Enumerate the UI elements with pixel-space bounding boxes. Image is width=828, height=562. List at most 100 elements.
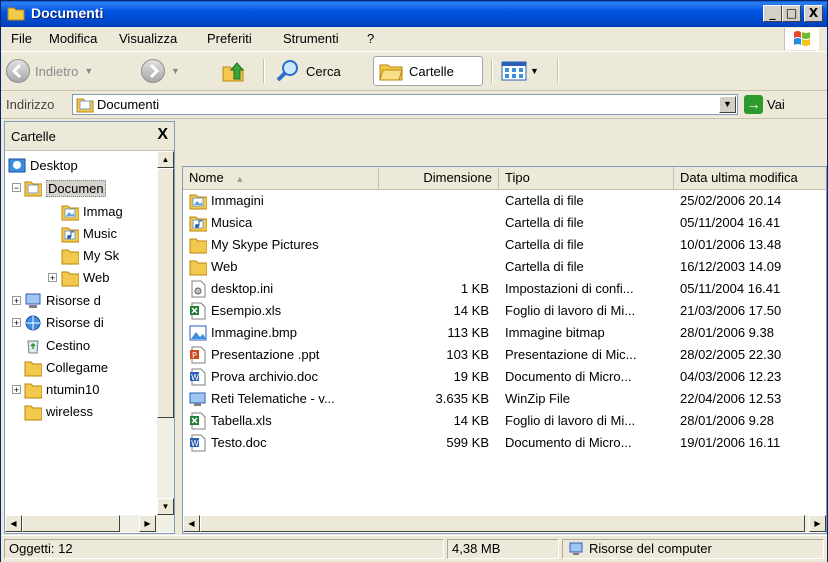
scroll-thumb[interactable] bbox=[22, 515, 120, 532]
file-date: 28/01/2006 9.38 bbox=[680, 325, 774, 340]
network-icon bbox=[25, 315, 41, 331]
file-size: 19 KB bbox=[453, 369, 489, 384]
menu-strumenti[interactable]: Strumenti bbox=[283, 31, 339, 46]
back-arrow-icon bbox=[6, 59, 30, 83]
documents-folder-icon bbox=[76, 98, 94, 113]
tree-expander[interactable]: + bbox=[12, 296, 21, 306]
file-name: desktop.ini bbox=[211, 281, 274, 296]
music-folder-icon bbox=[61, 227, 79, 243]
file-row[interactable]: Web Cartella di file 16/12/2003 14.09 bbox=[183, 256, 826, 278]
file-name: Immagini bbox=[211, 193, 264, 208]
title-bar[interactable]: Documenti _ □ X bbox=[1, 1, 827, 27]
scroll-left-button[interactable]: ◀ bbox=[5, 515, 22, 532]
file-size: 14 KB bbox=[453, 303, 489, 318]
svg-text:W: W bbox=[191, 373, 199, 382]
search-button[interactable]: Cerca bbox=[275, 56, 341, 86]
file-size: 113 KB bbox=[447, 325, 489, 340]
column-header-type[interactable]: Tipo bbox=[499, 167, 674, 189]
file-row[interactable]: Immagini Cartella di file 25/02/2006 20.14 bbox=[183, 190, 826, 212]
folders-pane: Cartelle X Desktop − Documen Immag Music My S… bbox=[4, 121, 175, 534]
folder-icon bbox=[24, 361, 42, 377]
scroll-down-button[interactable]: ▼ bbox=[157, 498, 174, 515]
file-name: Immagine.bmp bbox=[211, 325, 297, 340]
computer-icon bbox=[569, 542, 583, 555]
file-row[interactable]: Tabella.xls 14 KB Foglio di lavoro di Mi..… bbox=[183, 410, 826, 432]
tree-expander[interactable]: + bbox=[48, 273, 57, 283]
svg-text:W: W bbox=[191, 439, 199, 448]
file-date: 21/03/2006 17.50 bbox=[680, 303, 782, 318]
folders-button[interactable]: Cartelle bbox=[373, 56, 483, 86]
list-horizontal-scrollbar[interactable]: ◀ ▶ bbox=[183, 515, 826, 532]
chevron-down-icon[interactable]: ▼ bbox=[530, 66, 539, 76]
file-row[interactable]: Esempio.xls 14 KB Foglio di lavoro di Mi..… bbox=[183, 300, 826, 322]
column-header-name[interactable]: Nome ▲ bbox=[183, 167, 379, 189]
folder-icon bbox=[24, 405, 42, 421]
tree-expander[interactable]: + bbox=[12, 385, 21, 395]
tree-horizontal-scrollbar[interactable]: ◀ ▶ bbox=[5, 515, 174, 532]
tree-expander[interactable]: − bbox=[12, 183, 21, 193]
status-location-label: Risorse del computer bbox=[589, 541, 712, 556]
menu-bar: File Modifica Visualizza Preferiti Strum… bbox=[1, 27, 827, 52]
pictures-folder-icon bbox=[189, 194, 207, 210]
file-type: WinZip File bbox=[505, 391, 571, 406]
scroll-thumb[interactable] bbox=[157, 168, 174, 418]
tree-vertical-scrollbar[interactable]: ▲ ▼ bbox=[157, 151, 174, 515]
status-size: 4,38 MB bbox=[447, 539, 559, 559]
address-input[interactable]: Documenti ▼ bbox=[72, 94, 738, 115]
file-name: My Skype Pictures bbox=[211, 237, 319, 252]
scroll-right-button[interactable]: ▶ bbox=[139, 515, 156, 532]
address-dropdown-button[interactable]: ▼ bbox=[719, 96, 736, 113]
close-button[interactable]: X bbox=[804, 5, 823, 22]
tree-item-label: ntumin10 bbox=[46, 382, 100, 397]
scroll-right-button[interactable]: ▶ bbox=[809, 515, 826, 532]
file-row[interactable]: My Skype Pictures Cartella di file 10/01/2… bbox=[183, 234, 826, 256]
column-header-date[interactable]: Data ultima modifica bbox=[674, 167, 826, 189]
file-type: Impostazioni di confi... bbox=[505, 281, 634, 296]
file-type: Cartella di file bbox=[505, 215, 584, 230]
menu-help[interactable]: ? bbox=[367, 31, 374, 46]
file-size: 599 KB bbox=[446, 435, 489, 450]
back-button[interactable]: Indietro ▼ bbox=[6, 56, 93, 86]
maximize-button[interactable]: □ bbox=[782, 5, 801, 22]
file-date: 22/04/2006 12.53 bbox=[680, 391, 782, 406]
scroll-left-button[interactable]: ◀ bbox=[183, 515, 200, 532]
file-date: 04/03/2006 12.23 bbox=[680, 369, 782, 384]
go-button[interactable]: → Vai bbox=[744, 93, 785, 115]
views-button[interactable]: ▼ bbox=[501, 56, 539, 86]
folders-pane-header: Cartelle X bbox=[5, 122, 174, 151]
menu-preferiti[interactable]: Preferiti bbox=[207, 31, 252, 46]
menu-modifica[interactable]: Modifica bbox=[49, 31, 97, 46]
forward-button[interactable]: ▼ bbox=[141, 56, 180, 86]
documents-folder-icon bbox=[24, 181, 42, 197]
file-name: Presentazione .ppt bbox=[211, 347, 320, 362]
file-row[interactable]: W Testo.doc 599 KB Documento di Micro... 19/… bbox=[183, 432, 826, 454]
tree-item-label: Collegame bbox=[46, 360, 109, 375]
file-row[interactable]: Musica Cartella di file 05/11/2004 16.41 bbox=[183, 212, 826, 234]
scroll-thumb[interactable] bbox=[200, 515, 805, 532]
menu-visualizza[interactable]: Visualizza bbox=[119, 31, 177, 46]
toolbar-separator bbox=[263, 59, 265, 83]
tree-item-label: Web bbox=[83, 270, 110, 285]
file-row[interactable]: W Prova archivio.doc 19 KB Documento di Mic… bbox=[183, 366, 826, 388]
scroll-up-button[interactable]: ▲ bbox=[157, 151, 174, 168]
chevron-down-icon[interactable]: ▼ bbox=[171, 66, 180, 76]
file-row[interactable]: P Presentazione .ppt 103 KB Presentazione d… bbox=[183, 344, 826, 366]
folder-icon bbox=[61, 249, 79, 265]
close-pane-button[interactable]: X bbox=[157, 126, 168, 144]
search-label: Cerca bbox=[306, 63, 341, 79]
tree-expander[interactable]: + bbox=[12, 318, 21, 328]
menu-file[interactable]: File bbox=[11, 31, 32, 46]
go-arrow-icon: → bbox=[744, 94, 763, 114]
folder-icon bbox=[61, 271, 79, 287]
file-type: Cartella di file bbox=[505, 259, 584, 274]
file-row[interactable]: Immagine.bmp 113 KB Immagine bitmap 28/01/2… bbox=[183, 322, 826, 344]
chevron-down-icon[interactable]: ▼ bbox=[84, 66, 93, 76]
tree-item-label: Risorse d bbox=[46, 293, 101, 308]
file-row[interactable]: Reti Telematiche - v... 3.635 KB WinZip Fi… bbox=[183, 388, 826, 410]
excel-file-icon bbox=[190, 302, 206, 320]
file-row[interactable]: desktop.ini 1 KB Impostazioni di confi... 0… bbox=[183, 278, 826, 300]
tree-item-label: My Sk bbox=[83, 248, 120, 263]
up-folder-button[interactable] bbox=[221, 56, 245, 86]
column-header-size[interactable]: Dimensione bbox=[379, 167, 499, 189]
minimize-button[interactable]: _ bbox=[763, 5, 782, 22]
